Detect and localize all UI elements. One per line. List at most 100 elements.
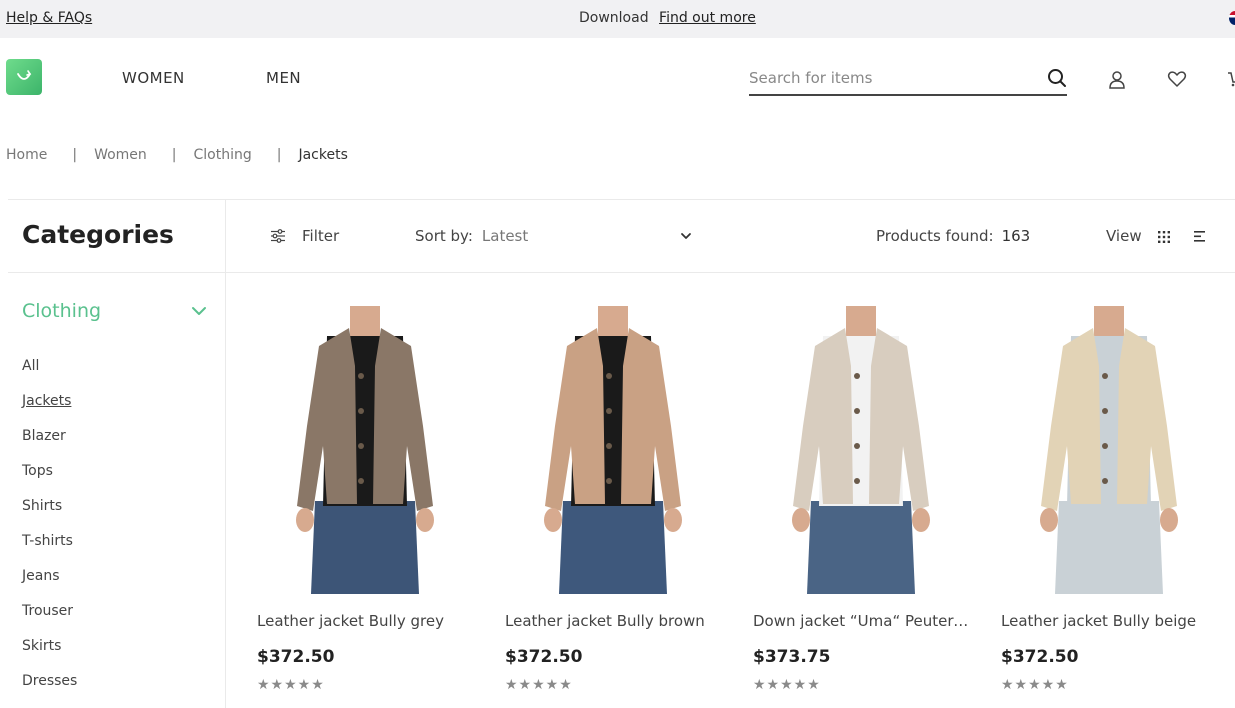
jacket-button [606, 408, 612, 414]
category-item-trouser[interactable]: Trouser [22, 603, 77, 638]
jacket-button [854, 408, 860, 414]
product-card[interactable]: Down jacket “Uma“ Peuterey $373.75 ★★★★★ [753, 306, 969, 693]
category-item-jackets[interactable]: Jackets [22, 393, 77, 428]
model-hand-right [912, 508, 930, 532]
jacket-button [606, 373, 612, 379]
shopping-bag-icon [17, 70, 32, 80]
category-item-all[interactable]: All [22, 358, 77, 393]
product-rating-stars: ★★★★★ [505, 677, 573, 693]
nav-men[interactable]: MEN [266, 69, 301, 87]
breadcrumb-separator: | [276, 147, 282, 163]
model-jeans [311, 501, 419, 594]
jacket-button [358, 408, 364, 414]
sort-value: Latest [481, 227, 529, 245]
model-hand-left [1040, 508, 1058, 532]
chevron-down-icon[interactable] [191, 305, 207, 317]
help-faqs-link[interactable]: Help & FAQs [6, 10, 92, 26]
product-name[interactable]: Leather jacket Bully brown [505, 612, 721, 630]
breadcrumb-jackets: Jackets [298, 147, 348, 163]
language-flag-icon[interactable] [1229, 11, 1235, 25]
category-item-blazer[interactable]: Blazer [22, 428, 77, 463]
app-download-banner: Download Find out more [579, 10, 756, 26]
jacket-button [854, 478, 860, 484]
view-label: View [1106, 227, 1142, 245]
product-card[interactable]: Leather jacket Bully beige $372.50 ★★★★★ [1001, 306, 1217, 693]
breadcrumb-separator: | [72, 147, 78, 163]
category-item-shirts[interactable]: Shirts [22, 498, 77, 533]
jacket-button [606, 443, 612, 449]
jacket-button [358, 443, 364, 449]
jacket-right-panel [373, 328, 433, 511]
jacket-button [606, 478, 612, 484]
jacket-button [1102, 373, 1108, 379]
product-image[interactable] [505, 306, 721, 594]
jacket-left-panel [545, 328, 605, 511]
category-item-tops[interactable]: Tops [22, 463, 77, 498]
model-hand-left [792, 508, 810, 532]
grid-view-icon[interactable] [1158, 231, 1170, 243]
download-text: Download [579, 10, 649, 26]
category-item-t-shirts[interactable]: T-shirts [22, 533, 77, 568]
user-icon[interactable] [1108, 70, 1126, 90]
categories-title: Categories [22, 220, 174, 249]
breadcrumb-home[interactable]: Home [6, 147, 47, 163]
cart-icon[interactable] [1228, 70, 1235, 88]
jacket-right-panel [1117, 328, 1177, 511]
logo[interactable] [6, 59, 42, 95]
product-photo [1040, 306, 1178, 594]
model-neck [846, 306, 876, 336]
model-hand-right [416, 508, 434, 532]
products-found-label: Products found: [876, 227, 994, 245]
model-neck [598, 306, 628, 336]
product-image[interactable] [753, 306, 969, 594]
model-neck [1094, 306, 1124, 336]
sort-select[interactable]: Sort by: Latest [415, 227, 692, 245]
product-image[interactable] [257, 306, 473, 594]
list-view-icon[interactable] [1194, 231, 1206, 242]
nav-women[interactable]: WOMEN [122, 69, 185, 87]
top-bar: Help & FAQs Download Find out more [0, 0, 1235, 38]
product-name[interactable]: Down jacket “Uma“ Peuterey [753, 612, 969, 630]
divider [8, 199, 1235, 200]
breadcrumb-clothing[interactable]: Clothing [194, 147, 252, 163]
product-card[interactable]: Leather jacket Bully brown $372.50 ★★★★★ [505, 306, 721, 693]
product-photo [544, 306, 682, 594]
product-price: $372.50 [1001, 647, 1079, 667]
product-rating-stars: ★★★★★ [753, 677, 821, 693]
product-rating-stars: ★★★★★ [257, 677, 325, 693]
filter-button[interactable]: Filter [270, 227, 339, 245]
filter-sliders-icon [271, 229, 285, 243]
jacket-right-panel [869, 328, 929, 511]
product-price: $372.50 [505, 647, 583, 667]
category-item-skirts[interactable]: Skirts [22, 638, 77, 673]
model-jeans [807, 501, 915, 594]
heart-icon[interactable] [1167, 70, 1187, 88]
jacket-button [1102, 443, 1108, 449]
filter-label: Filter [302, 227, 340, 245]
product-card[interactable]: Leather jacket Bully grey $372.50 ★★★★★ [257, 306, 473, 693]
chevron-down-icon [680, 233, 691, 239]
product-name[interactable]: Leather jacket Bully grey [257, 612, 473, 630]
jacket-button [1102, 478, 1108, 484]
divider [8, 272, 1235, 273]
jacket-button [358, 373, 364, 379]
product-image[interactable] [1001, 306, 1217, 594]
search-icon[interactable] [1047, 68, 1067, 88]
jacket-left-panel [297, 328, 357, 511]
model-hand-right [1160, 508, 1178, 532]
model-hand-right [664, 508, 682, 532]
category-group-clothing[interactable]: Clothing [22, 300, 101, 322]
jacket-button [358, 478, 364, 484]
category-item-dresses[interactable]: Dresses [22, 673, 77, 708]
breadcrumb-separator: | [171, 147, 177, 163]
product-name[interactable]: Leather jacket Bully beige [1001, 612, 1217, 630]
category-item-jeans[interactable]: Jeans [22, 568, 77, 603]
jacket-button [1102, 408, 1108, 414]
search-input[interactable] [749, 64, 1029, 92]
search-bar [749, 64, 1067, 96]
product-rating-stars: ★★★★★ [1001, 677, 1069, 693]
breadcrumb-women[interactable]: Women [94, 147, 147, 163]
model-hand-left [544, 508, 562, 532]
model-neck [350, 306, 380, 336]
find-out-more-link[interactable]: Find out more [659, 10, 756, 26]
